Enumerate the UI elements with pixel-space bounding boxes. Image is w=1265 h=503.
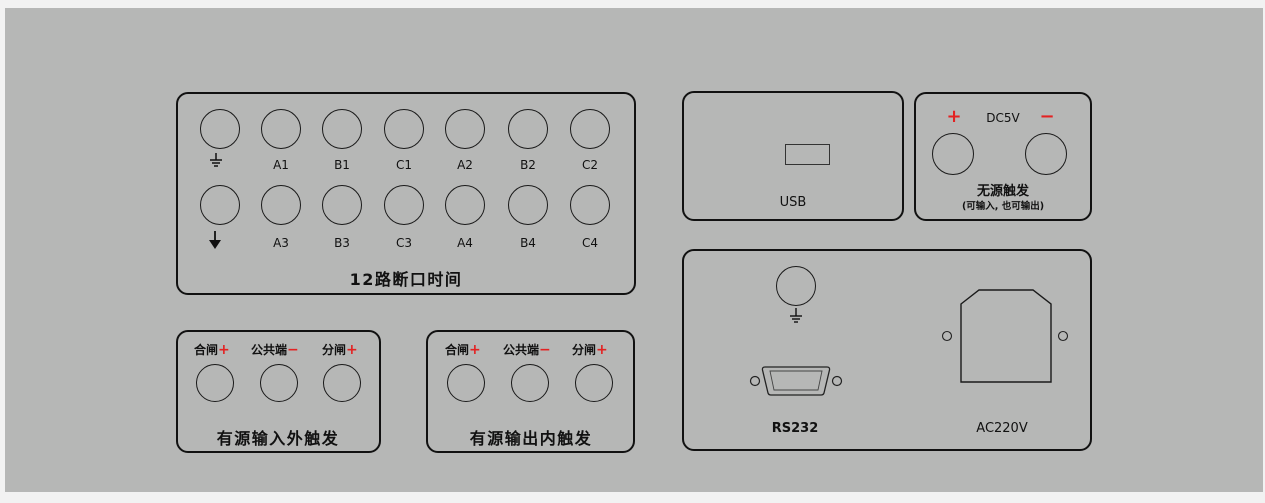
dc-minus-jack[interactable] [1025,133,1067,175]
break-jack-bottom-3[interactable] [384,185,424,225]
int-close-label: 合闸+ [445,342,481,358]
ext-common-label: 公共端− [251,342,299,358]
break-jack-top-0[interactable] [200,109,240,149]
down-arrow-icon [209,231,221,249]
break-jack-label: A4 [457,236,473,250]
ext-close-label: 合闸+ [194,342,230,358]
int-close-jack[interactable] [447,364,485,402]
break-jack-label: C2 [581,158,599,172]
front-panel: A1 B1 C1 A2 B2 C2 A3 B3 C3 A4 B4 C4 12路断口时间 合闸+ 公共端… [5,8,1263,492]
int-common-jack[interactable] [511,364,549,402]
dc-subtitle: (可输入, 也可输出) [961,201,1045,212]
break-jack-bottom-5[interactable] [508,185,548,225]
ext-trigger-title: 有源输入外触发 [216,429,340,448]
usb-label: USB [779,195,807,210]
break-jack-label: A3 [273,236,289,250]
break-jack-label: B2 [520,158,536,172]
break-jack-label: B4 [520,236,536,250]
break-jack-label: A1 [273,158,289,172]
ext-open-jack[interactable] [323,364,361,402]
ground-jack[interactable] [776,266,816,306]
break-jack-top-3[interactable] [384,109,424,149]
break-jack-bottom-1[interactable] [261,185,301,225]
int-open-jack[interactable] [575,364,613,402]
dc-plus-label: + [946,106,962,127]
break-jack-label: C1 [395,158,413,172]
ground-icon [790,308,802,323]
dc-minus-label: − [1039,106,1055,127]
int-common-label: 公共端− [503,342,551,358]
usb-port[interactable] [785,144,830,165]
break-jack-bottom-0[interactable] [200,185,240,225]
ext-close-jack[interactable] [196,364,234,402]
break-jack-top-5[interactable] [508,109,548,149]
ac-label: AC220V [976,421,1028,436]
break-jack-label: B1 [334,158,350,172]
break-jack-bottom-2[interactable] [322,185,362,225]
break-jack-top-2[interactable] [322,109,362,149]
break-jack-label: B3 [334,236,350,250]
break-jack-label: A2 [457,158,473,172]
dc-plus-jack[interactable] [932,133,974,175]
break-jack-top-6[interactable] [570,109,610,149]
int-open-label: 分闸+ [572,342,608,358]
rs232-port[interactable] [749,365,843,397]
break-jack-top-4[interactable] [445,109,485,149]
int-trigger-title: 有源输出内触发 [469,429,593,448]
break-jack-bottom-4[interactable] [445,185,485,225]
break-time-title: 12路断口时间 [349,270,463,289]
ac-power-socket[interactable] [941,289,1069,386]
rs232-label: RS232 [771,421,819,436]
break-jack-label: C4 [581,236,599,250]
dc-title: 无源触发 [976,184,1030,199]
break-jack-top-1[interactable] [261,109,301,149]
dc-voltage-label: DC5V [986,111,1020,125]
ground-icon [210,153,222,167]
ext-common-jack[interactable] [260,364,298,402]
ext-open-label: 分闸+ [322,342,358,358]
break-jack-bottom-6[interactable] [570,185,610,225]
break-jack-label: C3 [395,236,413,250]
